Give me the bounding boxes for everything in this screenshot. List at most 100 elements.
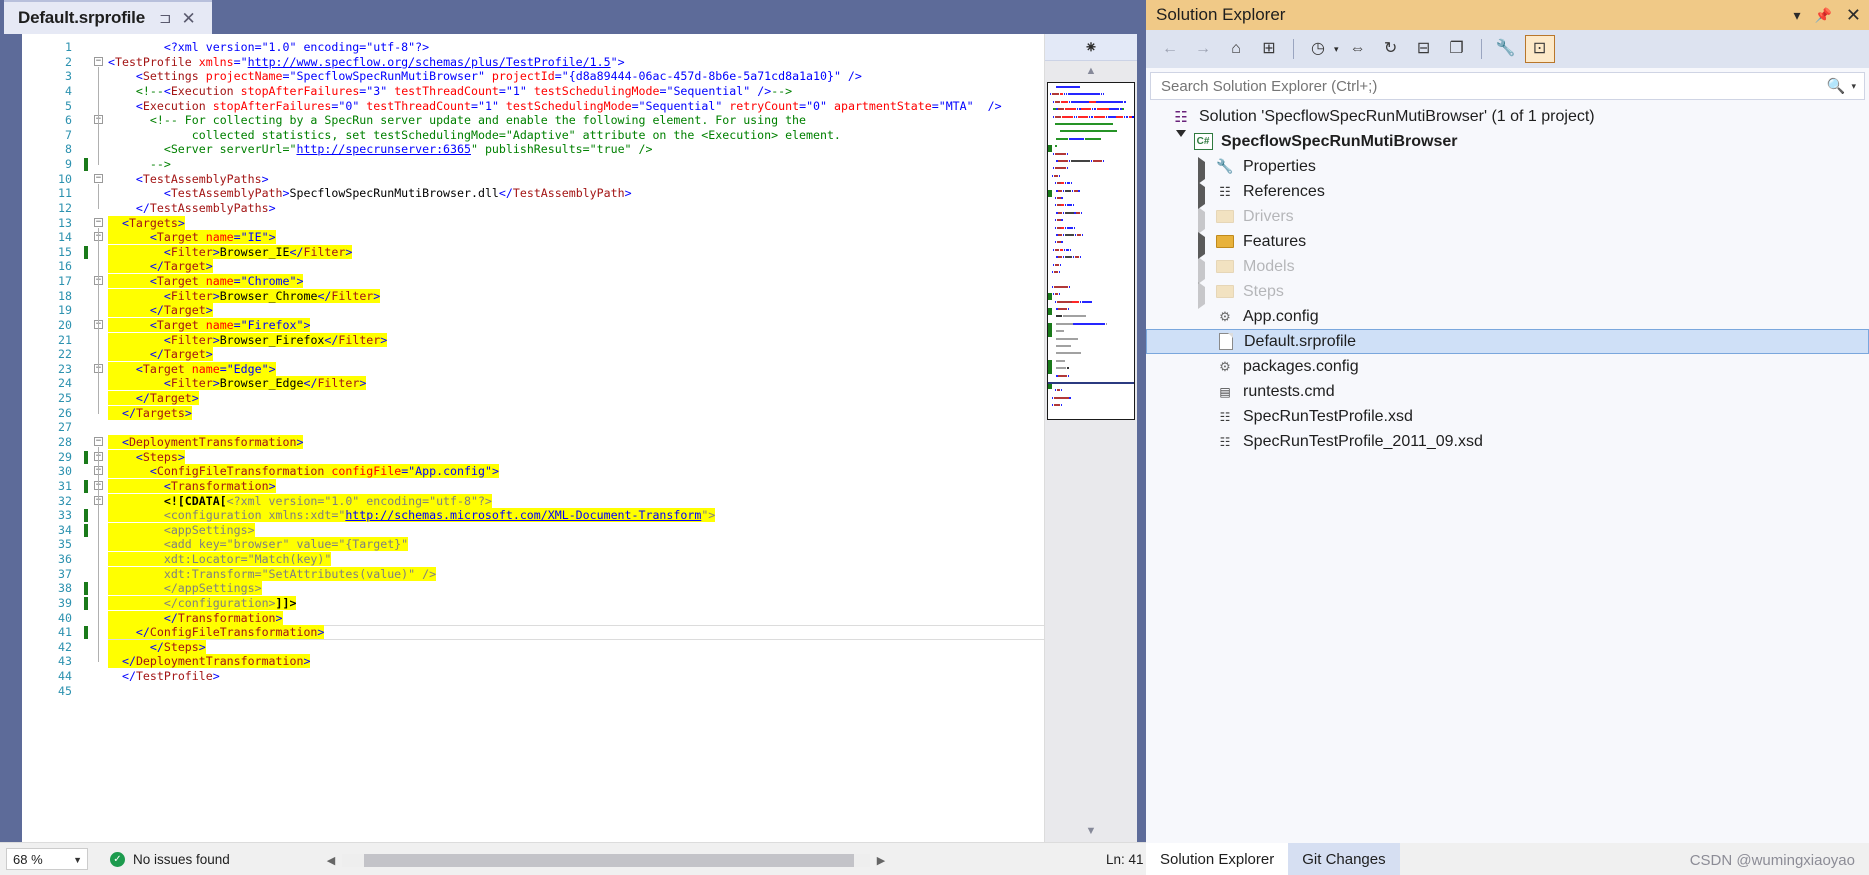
collapse-all-button[interactable]: ⊟ <box>1410 36 1438 62</box>
forward-button[interactable]: → <box>1189 36 1217 62</box>
scroll-up-icon[interactable]: ▲ <box>1045 61 1137 81</box>
horizontal-scroll-thumb[interactable] <box>364 853 854 867</box>
sidebar-item-drivers[interactable]: Drivers <box>1146 204 1869 234</box>
minimap-line <box>1053 404 1061 407</box>
code-token: > <box>205 303 213 318</box>
scroll-right-icon[interactable]: ▶ <box>870 854 892 867</box>
sidebar-item-references[interactable]: ☷ References <box>1146 179 1869 209</box>
code-token: retryCount <box>722 98 800 113</box>
search-input[interactable] <box>1159 76 1827 96</box>
minimap-line <box>1103 93 1105 96</box>
document-tab-default-srprofile[interactable]: Default.srprofile ⊐ ✕ <box>4 0 212 34</box>
fold-toggle-icon[interactable]: − <box>94 437 103 446</box>
sidebar-item-label: Drivers <box>1243 207 1294 225</box>
dropdown-icon[interactable]: ▾ <box>1793 8 1800 22</box>
minimap-line <box>1055 248 1059 251</box>
pending-changes-filter-button[interactable]: ◷ <box>1304 36 1332 62</box>
minimap-line <box>1050 93 1052 96</box>
sidebar-item-features[interactable]: Features <box>1146 229 1869 259</box>
properties-button[interactable]: 🔧 <box>1492 36 1520 62</box>
code-token: Target <box>156 274 199 289</box>
chevron-right-icon[interactable] <box>1198 156 1208 184</box>
minimap-line <box>1067 226 1073 229</box>
chevron-down-icon[interactable]: ▾ <box>1851 81 1856 92</box>
horizontal-scrollbar[interactable]: ◀ ▶ <box>320 849 892 871</box>
sidebar-item-steps[interactable]: Steps <box>1146 279 1869 309</box>
line-number: 29 <box>58 449 72 464</box>
sidebar-item-specruntestprofile-2011-09-xsd[interactable]: ☷ SpecRunTestProfile_2011_09.xsd <box>1146 429 1869 454</box>
minimap-line <box>1053 396 1069 399</box>
fold-toggle-icon[interactable]: − <box>94 56 103 66</box>
sidebar-item-app-config[interactable]: ⚙ App.config <box>1146 304 1869 329</box>
chevron-down-icon[interactable] <box>1176 129 1186 154</box>
code-token: Steps <box>163 639 199 654</box>
code-token: > <box>205 347 213 362</box>
sidebar-item-default-srprofile[interactable]: Default.srprofile <box>1146 329 1869 354</box>
fold-toggle-icon[interactable]: − <box>94 217 103 227</box>
chevron-right-icon[interactable] <box>1198 181 1208 209</box>
chevron-right-icon[interactable] <box>1198 231 1208 259</box>
code-text: <ConfigFileTransformation configFile="Ap… <box>108 464 499 479</box>
refresh-button[interactable]: ↻ <box>1377 36 1405 62</box>
code-token: stopAfterFailures <box>233 83 360 98</box>
code-token: Filter <box>338 332 381 347</box>
chevron-right-icon[interactable] <box>1198 256 1208 284</box>
pin-icon[interactable]: 📌 <box>1814 8 1831 22</box>
code-lines-container[interactable]: 1 <?xml version="1.0" encoding="utf-8"?>… <box>22 34 1044 800</box>
show-all-files-button[interactable]: ⇔ <box>1344 36 1372 62</box>
code-token: Browser_IE <box>219 244 290 259</box>
code-editor-surface[interactable]: 1 <?xml version="1.0" encoding="utf-8"?>… <box>22 34 1044 842</box>
code-token: > <box>296 274 304 289</box>
code-token: < <box>108 54 115 69</box>
search-solution-explorer[interactable]: 🔍 ▾ <box>1150 72 1865 100</box>
tab-solution-explorer[interactable]: Solution Explorer <box>1146 843 1289 875</box>
code-token: > <box>177 215 185 230</box>
sidebar-item-properties[interactable]: 🔧 Properties <box>1146 154 1869 184</box>
code-token: > <box>617 54 625 69</box>
sidebar-item-packages-config[interactable]: ⚙ packages.config <box>1146 354 1869 379</box>
minimap-line <box>1073 226 1075 229</box>
solution-tree[interactable]: ☷ Solution 'SpecflowSpecRunMutiBrowser' (… <box>1146 104 1869 744</box>
split-view-button[interactable]: ⁕ <box>1045 34 1137 61</box>
minimap-line <box>1058 211 1063 214</box>
solution-explorer-view-button[interactable]: ⊡ <box>1524 35 1555 63</box>
code-token: > <box>359 376 367 391</box>
code-token: Filter <box>170 288 213 303</box>
preview-selected-items-button[interactable]: ❐ <box>1443 36 1471 62</box>
tab-git-changes[interactable]: Git Changes <box>1288 843 1400 875</box>
search-icon[interactable]: 🔍 <box>1827 77 1846 95</box>
code-minimap[interactable] <box>1047 82 1135 420</box>
sidebar-item-runtests-cmd[interactable]: ▤ runtests.cmd <box>1146 379 1869 404</box>
line-number: 13 <box>58 215 72 230</box>
sidebar-item-label: packages.config <box>1243 357 1359 375</box>
code-token: = <box>282 69 290 84</box>
minimap-line <box>1055 152 1066 155</box>
horizontal-scroll-track[interactable] <box>342 853 870 867</box>
sidebar-item-solution-specflowspecrunmutibrowser-1-of-1-project[interactable]: ☷ Solution 'SpecflowSpecRunMutiBrowser' (… <box>1146 104 1869 129</box>
scroll-down-icon[interactable]: ▼ <box>1045 820 1137 842</box>
sidebar-item-models[interactable]: Models <box>1146 254 1869 284</box>
chevron-right-icon[interactable] <box>1198 281 1208 309</box>
change-indicator <box>84 523 88 537</box>
fold-toggle-icon[interactable]: − <box>94 173 103 183</box>
sidebar-item-specruntestprofile-xsd[interactable]: ☷ SpecRunTestProfile.xsd <box>1146 404 1869 429</box>
sync-with-active-document-button[interactable]: ⊞ <box>1255 36 1283 62</box>
back-button[interactable]: ← <box>1156 36 1184 62</box>
chevron-right-icon[interactable] <box>1198 206 1208 234</box>
close-icon[interactable]: ✕ <box>1846 6 1861 24</box>
zoom-level-selector[interactable]: 68 % ▼ <box>6 848 88 870</box>
close-icon[interactable]: ✕ <box>182 10 196 27</box>
code-token: --> <box>771 83 793 98</box>
vertical-scrollbar-column[interactable]: ⁕ ▲ ▼ <box>1044 34 1137 842</box>
chevron-down-icon[interactable]: ▾ <box>1334 44 1339 55</box>
pin-icon[interactable]: ⊐ <box>159 11 172 26</box>
code-token: "3" <box>366 83 388 98</box>
home-button[interactable]: ⌂ <box>1222 36 1250 62</box>
minimap-line <box>1081 234 1083 236</box>
highlighted-span: <Filter>Browser_Chrome</Filter> <box>108 288 381 303</box>
issues-status[interactable]: ✓ No issues found <box>110 851 230 867</box>
scroll-left-icon[interactable]: ◀ <box>320 854 342 867</box>
minimap-line <box>1056 359 1066 362</box>
sync-with-active-document-icon: ⊞ <box>1262 40 1276 57</box>
sidebar-item-specflowspecrunmutibrowser[interactable]: C# SpecflowSpecRunMutiBrowser <box>1146 129 1869 154</box>
